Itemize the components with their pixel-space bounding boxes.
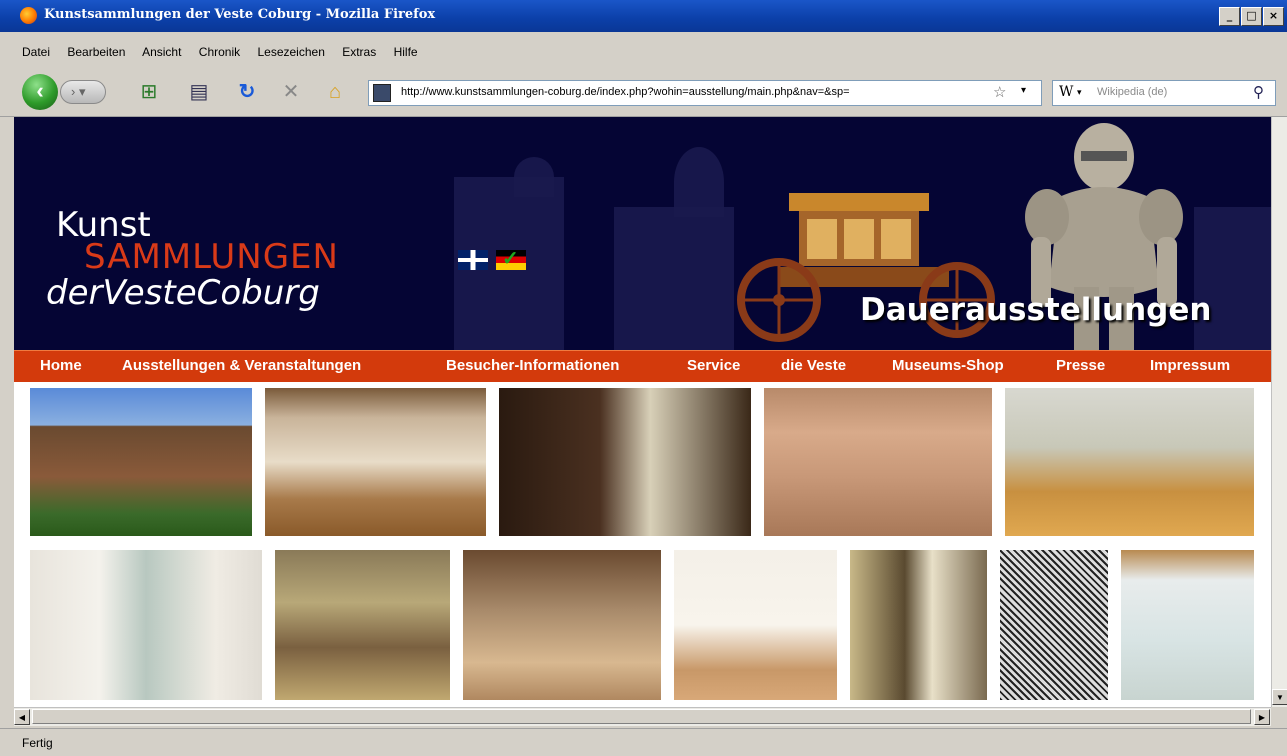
page-heading: Dauerausstellungen: [860, 292, 1212, 328]
menu-extras[interactable]: Extras: [342, 45, 376, 59]
forward-button[interactable]: › ▾: [60, 80, 106, 104]
gallery-photo-glass-gallery[interactable]: [1005, 388, 1254, 536]
castle-wing: [614, 207, 734, 350]
header-banner: Kunst SAMMLUNGEN derVesteCoburg ✓ Dauera…: [14, 117, 1271, 350]
url-dropdown-icon[interactable]: ▾: [1021, 85, 1026, 96]
status-text: Fertig: [22, 736, 53, 750]
german-flag-icon[interactable]: ✓: [496, 248, 526, 270]
navigation-toolbar: ‹ › ▾ ⊞ ▤ ↻ ✕ ⌂ http://www.kunstsammlung…: [0, 68, 1287, 117]
horizontal-scroll-thumb[interactable]: [32, 709, 1251, 724]
check-icon: ✓: [502, 248, 519, 270]
castle-tower: [514, 157, 554, 197]
gallery-photo-wood-room[interactable]: [499, 388, 751, 536]
menu-bearbeiten[interactable]: Bearbeiten: [67, 45, 125, 59]
gallery-photo-engraving[interactable]: [1000, 550, 1108, 700]
nav-die-veste[interactable]: die Veste: [781, 357, 846, 374]
close-button[interactable]: ×: [1263, 7, 1284, 26]
menu-ansicht[interactable]: Ansicht: [142, 45, 181, 59]
menu-lesezeichen[interactable]: Lesezeichen: [257, 45, 324, 59]
title-bar: Kunstsammlungen der Veste Coburg - Mozil…: [0, 0, 1287, 32]
scroll-right-icon[interactable]: ▶: [1254, 709, 1270, 725]
status-bar: Fertig: [0, 728, 1287, 756]
gallery-photo-armory[interactable]: [463, 550, 661, 700]
gallery-photo-cabinets[interactable]: [850, 550, 987, 700]
horizontal-scrollbar[interactable]: ◀ ▶: [14, 707, 1271, 726]
new-tab-icon[interactable]: ⊞: [136, 80, 162, 104]
site-favicon-icon: [373, 84, 391, 102]
search-engine-dropdown-icon[interactable]: ▾: [1077, 87, 1082, 98]
gallery-photo-glass-cases[interactable]: [30, 550, 262, 700]
nav-ausstellungen[interactable]: Ausstellungen & Veranstaltungen: [122, 357, 361, 374]
search-icon[interactable]: ⚲: [1253, 83, 1264, 101]
maximize-button[interactable]: □: [1241, 7, 1262, 26]
logo-veste-coburg[interactable]: derVesteCoburg: [46, 273, 320, 313]
nav-presse[interactable]: Presse: [1056, 357, 1105, 374]
gallery-photo-inlaid-room[interactable]: [764, 388, 992, 536]
stop-icon[interactable]: ✕: [278, 80, 304, 104]
print-icon[interactable]: ▤: [186, 80, 212, 104]
nav-impressum[interactable]: Impressum: [1150, 357, 1230, 374]
page-content: Kunst SAMMLUNGEN derVesteCoburg ✓ Dauera…: [14, 117, 1271, 707]
menu-chronik[interactable]: Chronik: [199, 45, 240, 59]
nav-museums-shop[interactable]: Museums-Shop: [892, 357, 1004, 374]
menu-datei[interactable]: Datei: [22, 45, 50, 59]
menu-bar: Datei Bearbeiten Ansicht Chronik Lesezei…: [0, 32, 1287, 68]
url-text[interactable]: http://www.kunstsammlungen-coburg.de/ind…: [401, 86, 850, 98]
search-placeholder[interactable]: Wikipedia (de): [1097, 86, 1167, 98]
home-icon[interactable]: ⌂: [322, 80, 348, 104]
english-flag-icon[interactable]: [458, 250, 488, 270]
back-button[interactable]: ‹: [22, 74, 58, 110]
nav-besucher-informationen[interactable]: Besucher-Informationen: [446, 357, 619, 374]
vertical-scrollbar[interactable]: ▼: [1271, 117, 1287, 707]
search-box[interactable]: W ▾ Wikipedia (de) ⚲: [1052, 80, 1276, 106]
gallery-photo-castle-exterior[interactable]: [30, 388, 252, 536]
gallery-photo-hall-interior[interactable]: [265, 388, 486, 536]
search-engine-icon[interactable]: W: [1059, 84, 1073, 100]
bookmark-star-icon[interactable]: ☆: [993, 83, 1006, 101]
minimize-button[interactable]: _: [1219, 7, 1240, 26]
castle-dome: [674, 147, 724, 217]
address-bar[interactable]: http://www.kunstsammlungen-coburg.de/ind…: [368, 80, 1042, 106]
logo-sammlungen[interactable]: SAMMLUNGEN: [84, 237, 339, 277]
firefox-icon: [20, 7, 37, 24]
browser-window: Kunstsammlungen der Veste Coburg - Mozil…: [0, 0, 1287, 756]
main-navigation: Home Ausstellungen & Veranstaltungen Bes…: [14, 350, 1271, 382]
gallery-photo-carriages[interactable]: [275, 550, 450, 700]
window-title: Kunstsammlungen der Veste Coburg - Mozil…: [44, 7, 436, 22]
nav-home[interactable]: Home: [40, 357, 82, 374]
menu-hilfe[interactable]: Hilfe: [394, 45, 418, 59]
nav-service[interactable]: Service: [687, 357, 740, 374]
castle-right: [1194, 207, 1271, 350]
reload-icon[interactable]: ↻: [234, 80, 260, 104]
scroll-left-icon[interactable]: ◀: [14, 709, 30, 725]
scroll-down-icon[interactable]: ▼: [1272, 689, 1287, 705]
gallery-photo-sculptures[interactable]: [674, 550, 837, 700]
gallery-photo-glass-hall[interactable]: [1121, 550, 1254, 700]
